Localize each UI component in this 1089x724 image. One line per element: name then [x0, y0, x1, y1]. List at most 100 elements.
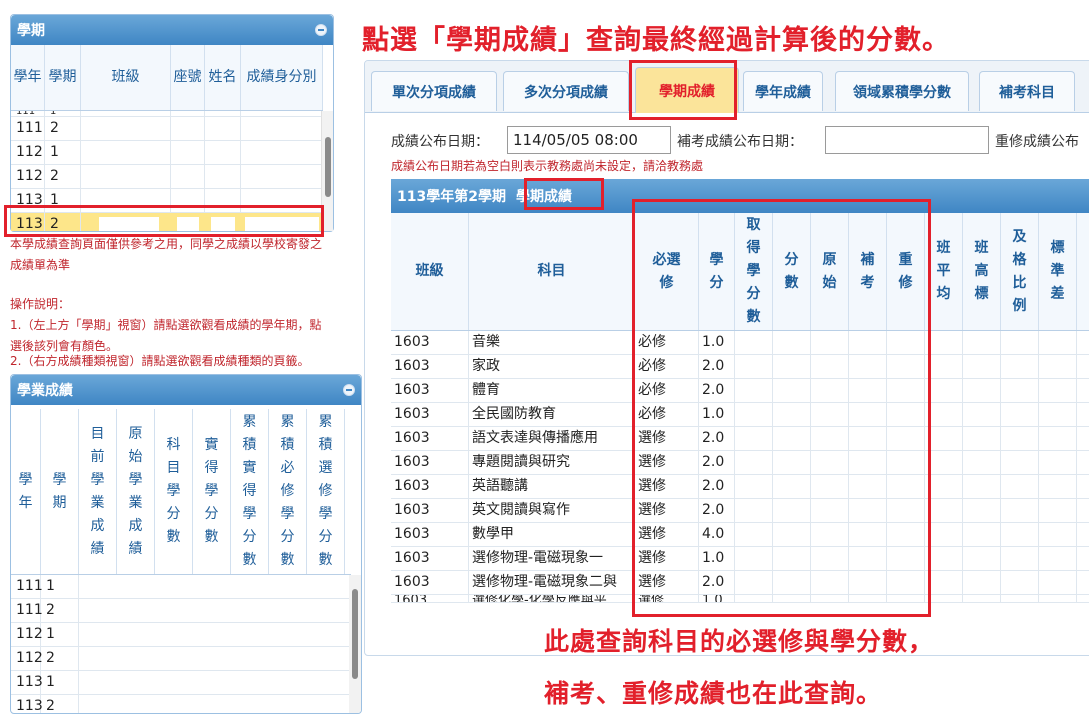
- cell-empty: [1001, 547, 1039, 570]
- table-row[interactable]: 112 2: [11, 165, 323, 189]
- col-header-subject-credits[interactable]: 科目學分數: [155, 409, 193, 574]
- highlight-selected-semester: [4, 205, 324, 237]
- cell-empty: [1039, 499, 1077, 522]
- collapse-icon[interactable]: [343, 384, 355, 396]
- makeup-date-label: 補考成績公布日期：: [677, 134, 803, 150]
- col-header-subject[interactable]: 科目: [469, 213, 635, 330]
- academic-rows: 111 1 111 2 112 1 112 2 113 1 113 2: [11, 575, 351, 713]
- col-header-original-score[interactable]: 原始學業成績: [117, 409, 155, 574]
- cell-empty: [963, 451, 1001, 474]
- academic-scrollbar[interactable]: [349, 575, 361, 713]
- col-header-class[interactable]: 班級: [81, 45, 171, 110]
- cell-empty: [963, 523, 1001, 546]
- cell-class: 1603: [391, 451, 469, 474]
- cell-subject: 選修物理-電磁現象一: [469, 547, 635, 570]
- table-row[interactable]: 113 2: [11, 695, 351, 713]
- tab-multi-item-grades[interactable]: 多次分項成績: [503, 71, 629, 111]
- instruction-step-2: 2.（右方成績種類視窗）請點選欲觀看成績種類的頁籤。: [10, 354, 310, 368]
- col-header-class-high[interactable]: 班高標: [963, 213, 1001, 330]
- col-header-cum-elective[interactable]: 累積選修學分數: [307, 409, 345, 574]
- cell-subject: 音樂: [469, 331, 635, 354]
- cell-empty: [1001, 355, 1039, 378]
- table-row[interactable]: 113 1: [11, 671, 351, 695]
- table-row[interactable]: 111 1: [11, 575, 351, 599]
- disclaimer-line-1: 本學成績查詢頁面僅供參考之用，同學之成績以學校寄發之: [10, 237, 323, 251]
- cell-subject: 選修化學-化學反應與平: [469, 595, 635, 602]
- cell-empty: [963, 403, 1001, 426]
- semester-panel: 學期 學年 學期 班級 座號 姓名 成績身分別 111 1 111 2 112 …: [10, 14, 334, 232]
- col-header-earned-credits[interactable]: 實得學分數: [193, 409, 231, 574]
- semester-panel-title: 學期: [17, 23, 45, 39]
- col-header-cum-required[interactable]: 累積必修學分數: [269, 409, 307, 574]
- cell-class: 1603: [391, 403, 469, 426]
- col-header-seat[interactable]: 座號: [171, 45, 205, 110]
- cell-empty: [963, 475, 1001, 498]
- cell-empty: [1001, 499, 1039, 522]
- callout-line-1: 此處查詢科目的必選修與學分數，: [544, 627, 935, 656]
- table-row[interactable]: 112 2: [11, 647, 351, 671]
- cell-empty: [1001, 595, 1039, 602]
- col-header-term[interactable]: 學期: [41, 409, 79, 574]
- col-header-std-dev[interactable]: 標準差: [1039, 213, 1077, 330]
- instruction-step-1a: 1.（左上方「學期」視窗）請點選欲觀看成績的學年期，點: [10, 318, 322, 332]
- col-header-class[interactable]: 班級: [391, 213, 469, 330]
- cell-class: 1603: [391, 355, 469, 378]
- col-header-current-score[interactable]: 目前學業成績: [79, 409, 117, 574]
- table-row[interactable]: 111 2: [11, 599, 351, 623]
- cell-class: 1603: [391, 475, 469, 498]
- headline-annotation: 點選「學期成績」查詢最終經過計算後的分數。: [362, 25, 950, 56]
- publish-date-label: 成績公布日期：: [391, 134, 489, 150]
- cell-empty: [1039, 355, 1077, 378]
- cell-class: 1603: [391, 523, 469, 546]
- col-header-cum-earned[interactable]: 累積實得學分數: [231, 409, 269, 574]
- col-header-year[interactable]: 學年: [11, 409, 41, 574]
- cell-empty: [1001, 403, 1039, 426]
- cell-subject: 英文閱讀與寫作: [469, 499, 635, 522]
- academic-panel-title: 學業成績: [17, 383, 73, 399]
- cell-subject: 全民國防教育: [469, 403, 635, 426]
- highlight-required-makeup-columns: [632, 199, 931, 617]
- cell-empty: [1039, 547, 1077, 570]
- collapse-icon[interactable]: [315, 24, 327, 36]
- makeup-date-field[interactable]: [825, 126, 989, 154]
- table-row[interactable]: 112 1: [11, 141, 323, 165]
- publish-date-field[interactable]: 114/05/05 08:00: [507, 126, 671, 154]
- tab-year-grades[interactable]: 學年成績: [743, 71, 823, 111]
- tab-makeup-subjects[interactable]: 補考科目: [979, 71, 1075, 111]
- cell-empty: [1001, 475, 1039, 498]
- disclaimer-line-2: 成績單為準: [10, 258, 71, 272]
- col-header-term[interactable]: 學期: [45, 45, 81, 110]
- cell-class: 1603: [391, 595, 469, 602]
- table-row[interactable]: 112 1: [11, 623, 351, 647]
- cell-empty: [1039, 451, 1077, 474]
- col-header-identity[interactable]: 成績身分別: [241, 45, 323, 110]
- col-header-name[interactable]: 姓名: [205, 45, 241, 110]
- cell-class: 1603: [391, 571, 469, 594]
- cell-class: 1603: [391, 379, 469, 402]
- cell-empty: [1039, 379, 1077, 402]
- cell-empty: [1039, 427, 1077, 450]
- cell-empty: [1039, 403, 1077, 426]
- highlight-semester-tab: [629, 60, 737, 120]
- tab-domain-credits[interactable]: 領域累積學分數: [835, 71, 969, 111]
- table-row[interactable]: 111 2: [11, 117, 323, 141]
- semester-title: 113學年第2學期: [397, 189, 506, 205]
- cell-empty: [963, 571, 1001, 594]
- tab-single-item-grades[interactable]: 單次分項成績: [371, 71, 497, 111]
- cell-subject: 家政: [469, 355, 635, 378]
- col-header-year[interactable]: 學年: [11, 45, 45, 110]
- cell-empty: [1001, 451, 1039, 474]
- cell-empty: [1039, 475, 1077, 498]
- cell-empty: [963, 331, 1001, 354]
- cell-subject: 語文表達與傳播應用: [469, 427, 635, 450]
- cell-empty: [963, 427, 1001, 450]
- cell-subject: 體育: [469, 379, 635, 402]
- cell-empty: [963, 499, 1001, 522]
- semester-panel-header: 學期: [11, 15, 333, 45]
- cell-subject: 專題閱讀與研究: [469, 451, 635, 474]
- cell-empty: [963, 547, 1001, 570]
- semester-grid-header: 學年 學期 班級 座號 姓名 成績身分別: [11, 45, 323, 111]
- col-header-pass-ratio[interactable]: 及格比例: [1001, 213, 1039, 330]
- cell-subject: 選修物理-電磁現象二與: [469, 571, 635, 594]
- cell-class: 1603: [391, 499, 469, 522]
